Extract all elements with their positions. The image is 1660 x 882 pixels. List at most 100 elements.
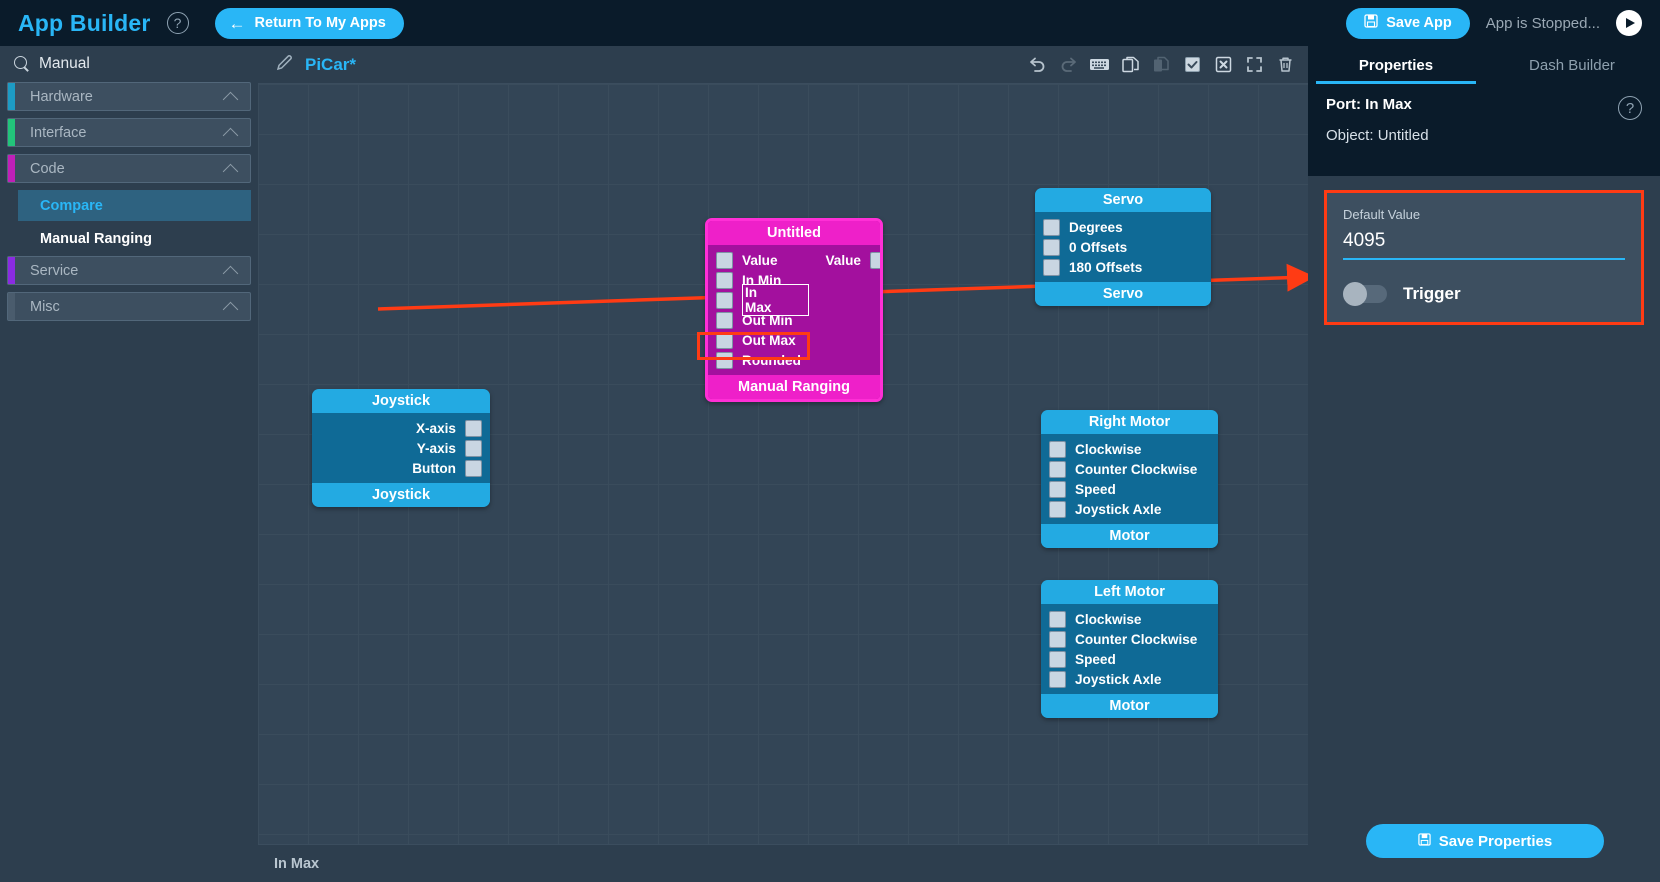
default-value-input[interactable] xyxy=(1343,228,1625,260)
port-row-counter-clockwise[interactable]: Counter Clockwise xyxy=(1041,629,1218,649)
question-circle-icon[interactable]: ? xyxy=(166,12,189,34)
canvas-area: PiCar* Untitled Value In Min In Max Out … xyxy=(258,46,1308,882)
sidebar-item-manual-ranging[interactable]: Manual Ranging xyxy=(18,223,251,254)
app-brand: App Builder xyxy=(18,9,151,36)
port-dot-icon[interactable] xyxy=(869,251,880,269)
port-dot-icon[interactable] xyxy=(465,439,482,457)
port-dot-icon[interactable] xyxy=(1049,670,1066,688)
port-row-button[interactable]: Button xyxy=(312,458,490,478)
port-label: Value xyxy=(825,252,861,268)
chevron-up-icon xyxy=(222,301,239,318)
fullscreen-icon[interactable] xyxy=(1244,54,1265,75)
port-dot-icon[interactable] xyxy=(1049,440,1066,458)
return-to-my-apps-button[interactable]: ← Return To My Apps xyxy=(214,7,404,39)
port-row-x-axis[interactable]: X-axis xyxy=(312,418,490,438)
port-dot-icon[interactable] xyxy=(1049,630,1066,648)
port-dot-icon[interactable] xyxy=(1043,218,1060,236)
port-dot-icon[interactable] xyxy=(1049,500,1066,518)
port-dot-icon[interactable] xyxy=(1049,480,1066,498)
port-row-180-offsets[interactable]: 180 Offsets xyxy=(1035,257,1211,277)
undo-icon[interactable] xyxy=(1027,54,1048,75)
node-footer: Motor xyxy=(1041,694,1218,718)
trigger-toggle[interactable] xyxy=(1343,282,1387,306)
port-row-counter-clockwise[interactable]: Counter Clockwise xyxy=(1041,459,1218,479)
port-row-joystick-axle[interactable]: Joystick Axle xyxy=(1041,499,1218,519)
floppy-disk-icon xyxy=(1364,14,1378,32)
search-row[interactable]: Manual xyxy=(0,46,258,82)
copy-icon[interactable] xyxy=(1120,54,1141,75)
sidebar-item-compare[interactable]: Compare xyxy=(18,190,251,221)
port-label: Button xyxy=(412,460,456,476)
select-all-icon[interactable] xyxy=(1182,54,1203,75)
port-row-value-in[interactable]: Value xyxy=(708,250,817,270)
question-circle-icon[interactable]: ? xyxy=(1618,96,1642,120)
port-dot-icon[interactable] xyxy=(1049,650,1066,668)
search-input[interactable]: Manual xyxy=(39,55,90,73)
port-row-out-max[interactable]: Out Max xyxy=(708,330,817,350)
port-dot-icon[interactable] xyxy=(716,331,733,349)
port-label: Value xyxy=(742,252,778,268)
port-dot-icon[interactable] xyxy=(1043,258,1060,276)
sidebar-category-interface[interactable]: Interface xyxy=(7,118,251,147)
object-info-label: Object: xyxy=(1326,127,1374,144)
return-button-label: Return To My Apps xyxy=(254,15,386,31)
port-dot-icon[interactable] xyxy=(1049,460,1066,478)
sidebar-category-misc[interactable]: Misc xyxy=(7,292,251,321)
redo-icon[interactable] xyxy=(1058,54,1079,75)
node-canvas[interactable]: Untitled Value In Min In Max Out Min Out… xyxy=(258,84,1308,844)
tab-properties[interactable]: Properties xyxy=(1308,46,1484,84)
port-row-joystick-axle[interactable]: Joystick Axle xyxy=(1041,669,1218,689)
port-label: Clockwise xyxy=(1075,611,1142,627)
canvas-toolbar xyxy=(1027,54,1308,75)
port-row-clockwise[interactable]: Clockwise xyxy=(1041,439,1218,459)
keyboard-icon[interactable] xyxy=(1089,54,1110,75)
save-app-button[interactable]: Save App xyxy=(1346,7,1470,39)
play-circle-icon[interactable] xyxy=(1616,10,1642,36)
node-body: Clockwise Counter Clockwise Speed Joysti… xyxy=(1041,434,1218,524)
port-dot-icon[interactable] xyxy=(716,351,733,369)
sidebar-category-label: Code xyxy=(30,160,65,177)
port-label: Rounded xyxy=(742,352,801,368)
node-outputs: Value xyxy=(817,250,880,370)
sidebar-category-code[interactable]: Code xyxy=(7,154,251,183)
sidebar-category-service[interactable]: Service xyxy=(7,256,251,285)
node-manual-ranging[interactable]: Untitled Value In Min In Max Out Min Out… xyxy=(705,218,883,402)
port-dot-icon[interactable] xyxy=(716,251,733,269)
port-dot-icon[interactable] xyxy=(716,311,733,329)
top-bar: App Builder ? ← Return To My Apps Save A… xyxy=(0,0,1660,46)
deselect-icon[interactable] xyxy=(1213,54,1234,75)
node-servo[interactable]: Servo Degrees 0 Offsets 180 Offsets Serv… xyxy=(1035,188,1211,306)
port-row-value-out[interactable]: Value xyxy=(817,250,880,270)
port-dot-icon[interactable] xyxy=(465,419,482,437)
port-row-speed[interactable]: Speed xyxy=(1041,649,1218,669)
sidebar-category-hardware[interactable]: Hardware xyxy=(7,82,251,111)
port-dot-icon[interactable] xyxy=(1043,238,1060,256)
port-label[interactable]: In Max xyxy=(742,284,810,316)
port-row-in-max[interactable]: In Max xyxy=(708,284,817,316)
port-dot-icon[interactable] xyxy=(1049,610,1066,628)
tab-dash-builder[interactable]: Dash Builder xyxy=(1484,46,1660,84)
port-row-rounded[interactable]: Rounded xyxy=(708,350,817,370)
port-row-0-offsets[interactable]: 0 Offsets xyxy=(1035,237,1211,257)
node-left-motor[interactable]: Left Motor Clockwise Counter Clockwise S… xyxy=(1041,580,1218,718)
node-right-motor[interactable]: Right Motor Clockwise Counter Clockwise … xyxy=(1041,410,1218,548)
save-properties-button[interactable]: Save Properties xyxy=(1366,824,1604,858)
node-body: Value In Min In Max Out Min Out Max Roun… xyxy=(708,245,880,375)
node-joystick[interactable]: Joystick X-axis Y-axis Button Joystick xyxy=(312,389,490,507)
trigger-row: Trigger xyxy=(1343,282,1625,306)
pencil-icon[interactable] xyxy=(276,54,293,75)
port-row-y-axis[interactable]: Y-axis xyxy=(312,438,490,458)
project-title: PiCar* xyxy=(305,54,357,74)
port-row-degrees[interactable]: Degrees xyxy=(1035,217,1211,237)
trash-icon[interactable] xyxy=(1275,54,1296,75)
app-root: App Builder ? ← Return To My Apps Save A… xyxy=(0,0,1660,882)
port-row-speed[interactable]: Speed xyxy=(1041,479,1218,499)
paste-icon[interactable] xyxy=(1151,54,1172,75)
port-dot-icon[interactable] xyxy=(716,271,733,289)
port-label: Y-axis xyxy=(416,440,456,456)
node-header: Servo xyxy=(1035,188,1211,212)
node-body: X-axis Y-axis Button xyxy=(312,413,490,483)
port-dot-icon[interactable] xyxy=(465,459,482,477)
port-dot-icon[interactable] xyxy=(716,291,733,309)
port-row-clockwise[interactable]: Clockwise xyxy=(1041,609,1218,629)
